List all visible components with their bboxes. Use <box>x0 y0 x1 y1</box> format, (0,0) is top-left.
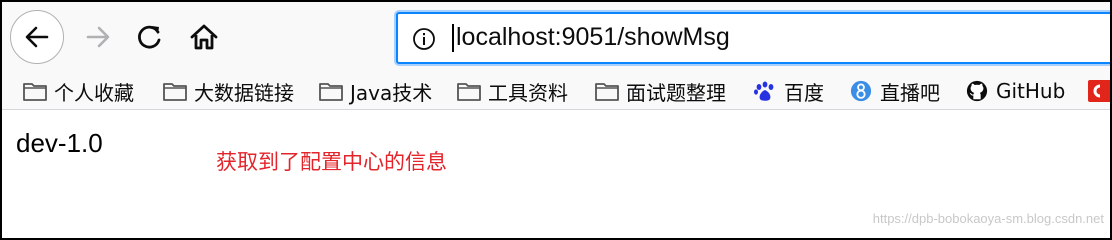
bookmarks-bar: 个人收藏 大数据链接 Java技术 工具资料 面试题整理 百度 直播吧 GitH… <box>2 72 1110 110</box>
info-icon[interactable] <box>412 27 436 51</box>
bookmark-label: 工具资料 <box>488 80 568 105</box>
bookmark-red[interactable] <box>1088 76 1110 106</box>
url-text[interactable]: localhost:9051/showMsg <box>456 23 730 52</box>
folder-icon <box>457 83 481 101</box>
home-icon <box>190 24 218 50</box>
bookmark-folder-favorites[interactable]: 个人收藏 <box>22 76 134 106</box>
home-button[interactable] <box>176 12 232 62</box>
bookmark-label: GitHub <box>996 79 1066 103</box>
bookmark-label: 面试题整理 <box>626 80 726 105</box>
folder-icon <box>163 83 187 101</box>
forward-button[interactable] <box>70 12 126 62</box>
bookmark-folder-tools[interactable]: 工具资料 <box>456 76 568 106</box>
browser-window: localhost:9051/showMsg 个人收藏 大数据链接 Java技术 <box>0 0 1112 240</box>
back-button[interactable] <box>10 10 64 64</box>
github-icon <box>966 80 988 102</box>
bookmark-label: 个人收藏 <box>54 80 134 105</box>
watermark: https://dpb-bobokaoya-sm.blog.csdn.net <box>872 211 1104 226</box>
bookmark-label: 直播吧 <box>880 80 940 105</box>
bookmark-label: 百度 <box>784 80 824 105</box>
folder-icon <box>319 83 343 101</box>
bookmark-baidu[interactable]: 百度 <box>752 76 824 106</box>
reload-icon <box>138 25 161 49</box>
back-arrow-icon <box>25 26 49 48</box>
bookmark-label: 大数据链接 <box>194 80 294 105</box>
red-logo-icon <box>1088 80 1110 102</box>
zhibo8-icon <box>850 80 872 102</box>
bookmark-folder-java[interactable]: Java技术 <box>318 76 432 106</box>
nav-toolbar: localhost:9051/showMsg <box>2 2 1110 72</box>
folder-icon <box>23 83 47 101</box>
bookmark-label: Java技术 <box>350 80 433 105</box>
text-cursor <box>452 24 454 52</box>
folder-icon <box>595 83 619 101</box>
bookmark-github[interactable]: GitHub <box>964 76 1065 106</box>
bookmark-folder-interview[interactable]: 面试题整理 <box>594 76 726 106</box>
forward-arrow-icon <box>86 26 110 48</box>
page-body-text: dev-1.0 <box>16 128 103 158</box>
reload-button[interactable] <box>122 12 178 62</box>
bookmark-folder-bigdata[interactable]: 大数据链接 <box>162 76 294 106</box>
address-bar[interactable]: localhost:9051/showMsg <box>396 12 1110 64</box>
bookmark-zhibo8[interactable]: 直播吧 <box>848 76 940 106</box>
baidu-paw-icon <box>754 81 774 101</box>
red-annotation: 获取到了配置中心的信息 <box>216 150 447 174</box>
